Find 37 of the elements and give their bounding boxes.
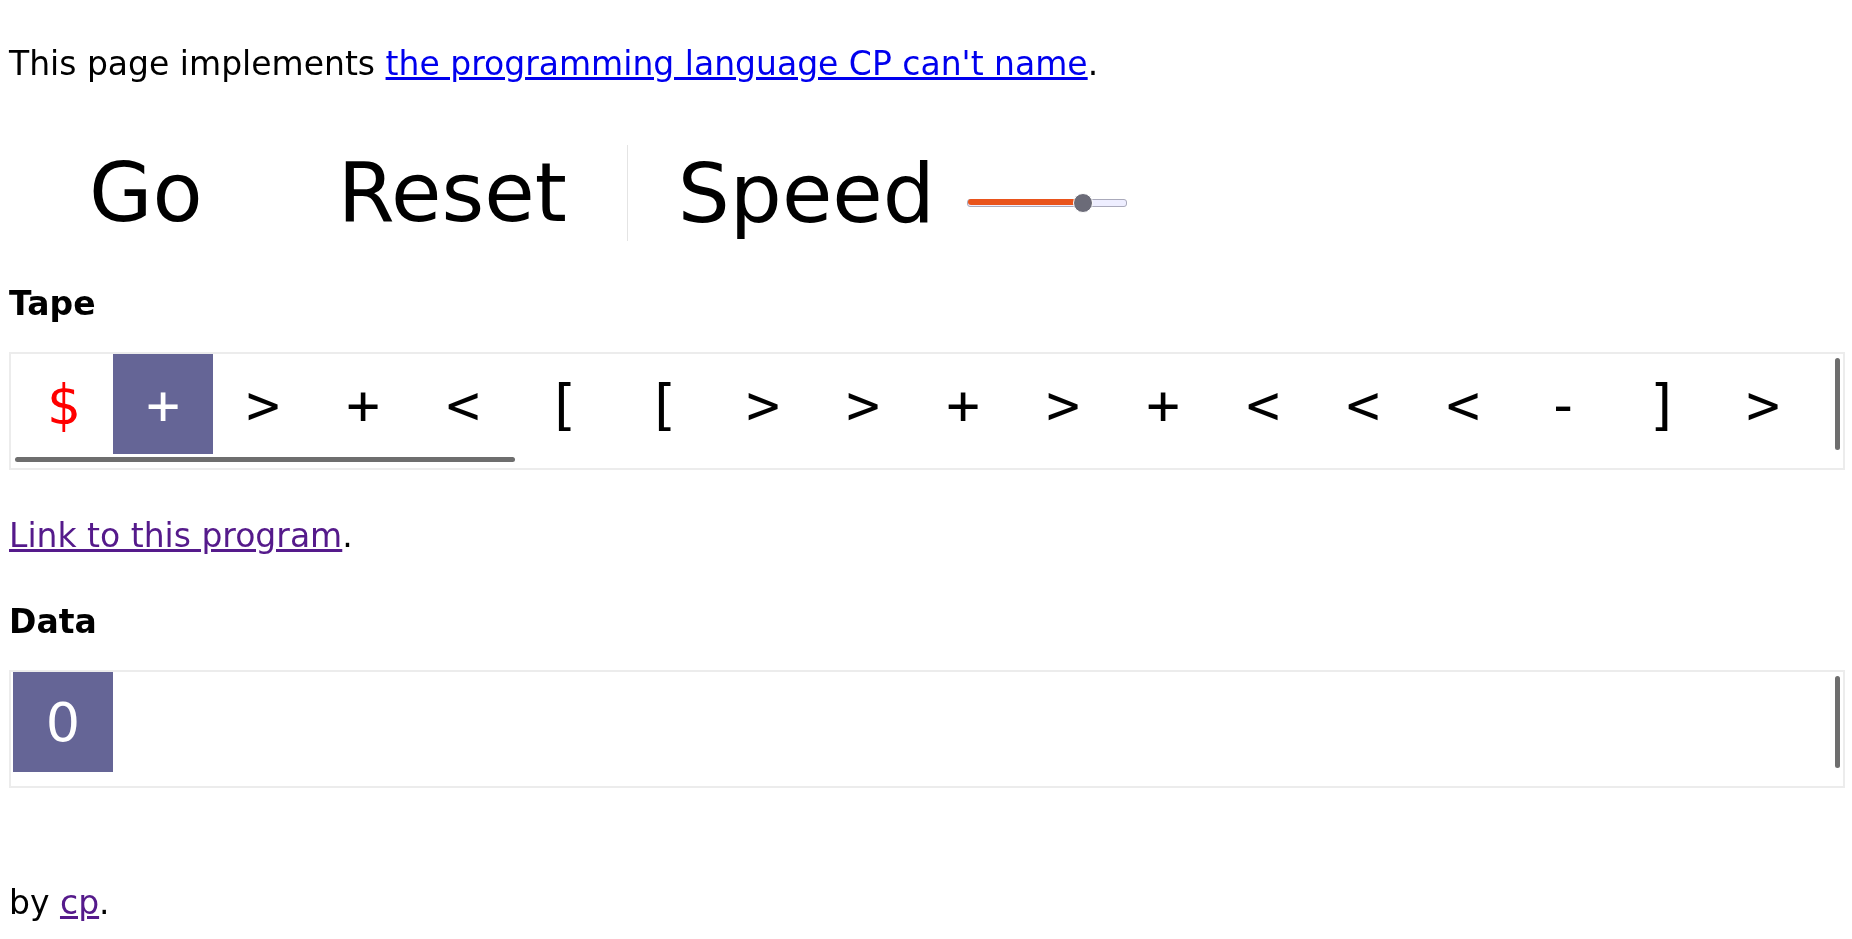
tape-cell-text: > bbox=[745, 370, 781, 439]
tape-cell-text: > bbox=[845, 370, 881, 439]
reset-button[interactable]: Reset bbox=[297, 152, 597, 234]
tape-cell-text: > bbox=[1045, 370, 1081, 439]
tape-cell-text: < bbox=[1445, 370, 1481, 439]
vertical-scrollbar[interactable] bbox=[1835, 358, 1840, 450]
tape-cell-text: > bbox=[1745, 370, 1781, 439]
author-link[interactable]: cp bbox=[60, 883, 100, 922]
tape-cell-text: < bbox=[1345, 370, 1381, 439]
slider-thumb[interactable] bbox=[1073, 193, 1094, 213]
tape-cell: + bbox=[113, 354, 213, 454]
vertical-scrollbar[interactable] bbox=[1835, 676, 1840, 768]
tape-cell-text: < bbox=[445, 370, 481, 439]
tape-cell-text: > bbox=[245, 370, 281, 439]
go-button[interactable]: Go bbox=[49, 152, 243, 234]
tape-cell-text: $ bbox=[45, 370, 81, 439]
tape-cell-text: + bbox=[945, 370, 981, 439]
intro-text: This page implements bbox=[9, 44, 377, 83]
tape-cell-text: ] bbox=[1645, 370, 1681, 439]
tape-cell-text: + bbox=[345, 370, 381, 439]
tape-cell-text: [ bbox=[645, 370, 681, 439]
period-text: . bbox=[342, 516, 353, 555]
tape-cell-text: [ bbox=[545, 370, 581, 439]
tape-heading: Tape bbox=[9, 284, 97, 325]
speed-label: Speed bbox=[677, 145, 935, 241]
period-text: . bbox=[99, 883, 110, 922]
speed-slider[interactable] bbox=[966, 193, 1127, 213]
program-link[interactable]: Link to this program bbox=[9, 516, 343, 555]
data-cell: 0 bbox=[13, 672, 113, 772]
horizontal-scrollbar[interactable] bbox=[15, 457, 515, 462]
tape-cell-text: < bbox=[1245, 370, 1281, 439]
tape-cell-text: - bbox=[1545, 370, 1581, 439]
language-link[interactable]: the programming language CP can't name bbox=[385, 44, 1088, 83]
data-heading: Data bbox=[9, 602, 98, 643]
period-text: . bbox=[1087, 44, 1099, 83]
byline-text: by bbox=[9, 883, 50, 922]
tape-cell-text: + bbox=[1145, 370, 1181, 439]
